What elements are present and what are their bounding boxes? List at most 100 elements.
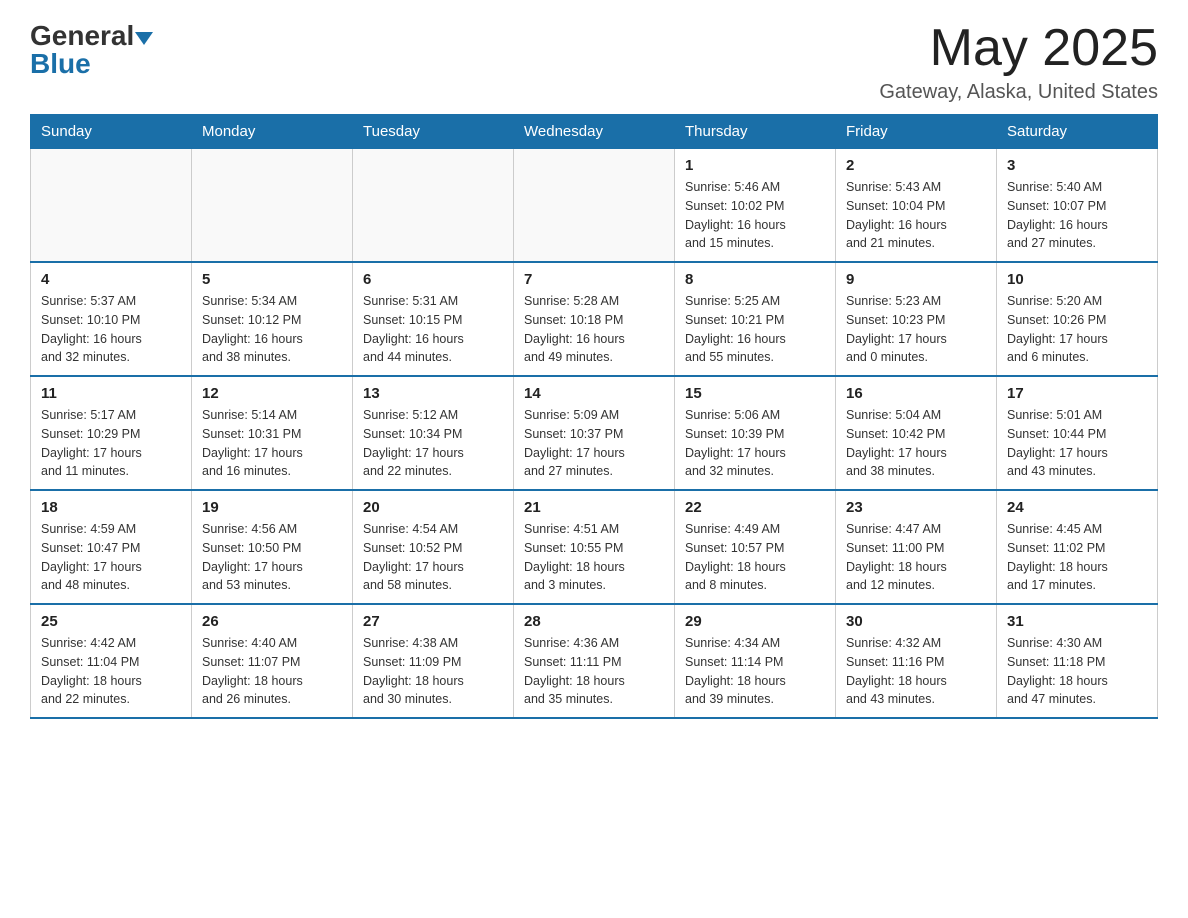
day-number: 20 — [363, 499, 503, 516]
day-info: Sunrise: 4:54 AMSunset: 10:52 PMDaylight… — [363, 520, 503, 595]
calendar-cell: 28 Sunrise: 4:36 AMSunset: 11:11 PMDaylig… — [514, 604, 675, 718]
weekday-wednesday: Wednesday — [514, 115, 675, 149]
calendar-cell: 30Sunrise: 4:32 AMSunset: 11:16 PMDaylig… — [836, 604, 997, 718]
day-number: 7 — [524, 271, 664, 288]
calendar-cell: 16Sunrise: 5:04 AMSunset: 10:42 PMDaylig… — [836, 376, 997, 490]
day-info: Sunrise: 4:30 AMSunset: 11:18 PMDaylight… — [1007, 634, 1147, 709]
weekday-monday: Monday — [192, 115, 353, 149]
day-number: 9 — [846, 271, 986, 288]
calendar-cell: 23 Sunrise: 4:47 AMSunset: 11:00 PMDaylig… — [836, 490, 997, 604]
calendar-cell: 5Sunrise: 5:34 AMSunset: 10:12 PMDayligh… — [192, 262, 353, 376]
day-number: 25 — [41, 613, 181, 630]
calendar-cell: 17 Sunrise: 5:01 AMSunset: 10:44 PMDaylig… — [997, 376, 1158, 490]
day-info: Sunrise: 4:34 AMSunset: 11:14 PMDaylight… — [685, 634, 825, 709]
day-info: Sunrise: 4:38 AMSunset: 11:09 PMDaylight… — [363, 634, 503, 709]
day-number: 14 — [524, 385, 664, 402]
day-number: 28 — [524, 613, 664, 630]
day-info: Sunrise: 4:40 AMSunset: 11:07 PMDaylight… — [202, 634, 342, 709]
day-info: Sunrise: 5:17 AMSunset: 10:29 PMDaylight… — [41, 406, 181, 481]
weekday-friday: Friday — [836, 115, 997, 149]
calendar-cell: 8Sunrise: 5:25 AMSunset: 10:21 PMDayligh… — [675, 262, 836, 376]
location-label: Gateway, Alaska, United States — [879, 81, 1158, 104]
calendar-cell — [31, 149, 192, 263]
day-number: 21 — [524, 499, 664, 516]
logo-triangle-icon — [135, 32, 153, 45]
day-number: 6 — [363, 271, 503, 288]
page-header: General Blue May 2025 Gateway, Alaska, U… — [30, 20, 1158, 104]
day-info: Sunrise: 5:37 AMSunset: 10:10 PMDaylight… — [41, 292, 181, 367]
calendar-cell: 21 Sunrise: 4:51 AMSunset: 10:55 PMDaylig… — [514, 490, 675, 604]
calendar-week-3: 11 Sunrise: 5:17 AMSunset: 10:29 PMDaylig… — [31, 376, 1158, 490]
calendar-cell: 27 Sunrise: 4:38 AMSunset: 11:09 PMDaylig… — [353, 604, 514, 718]
calendar-cell: 11 Sunrise: 5:17 AMSunset: 10:29 PMDaylig… — [31, 376, 192, 490]
logo: General Blue — [30, 20, 155, 80]
day-info: Sunrise: 5:28 AMSunset: 10:18 PMDaylight… — [524, 292, 664, 367]
calendar-cell: 22 Sunrise: 4:49 AMSunset: 10:57 PMDaylig… — [675, 490, 836, 604]
day-number: 23 — [846, 499, 986, 516]
calendar-cell: 3Sunrise: 5:40 AMSunset: 10:07 PMDayligh… — [997, 149, 1158, 263]
day-info: Sunrise: 4:42 AMSunset: 11:04 PMDaylight… — [41, 634, 181, 709]
day-info: Sunrise: 5:14 AMSunset: 10:31 PMDaylight… — [202, 406, 342, 481]
day-number: 31 — [1007, 613, 1147, 630]
day-info: Sunrise: 5:09 AMSunset: 10:37 PMDaylight… — [524, 406, 664, 481]
day-info: Sunrise: 5:23 AMSunset: 10:23 PMDaylight… — [846, 292, 986, 367]
calendar-cell: 26 Sunrise: 4:40 AMSunset: 11:07 PMDaylig… — [192, 604, 353, 718]
calendar-cell — [192, 149, 353, 263]
calendar-cell — [353, 149, 514, 263]
calendar-cell: 4 Sunrise: 5:37 AMSunset: 10:10 PMDayligh… — [31, 262, 192, 376]
calendar-cell: 12 Sunrise: 5:14 AMSunset: 10:31 PMDaylig… — [192, 376, 353, 490]
day-number: 27 — [363, 613, 503, 630]
calendar-week-1: 1Sunrise: 5:46 AMSunset: 10:02 PMDayligh… — [31, 149, 1158, 263]
day-number: 29 — [685, 613, 825, 630]
weekday-sunday: Sunday — [31, 115, 192, 149]
calendar-cell: 24 Sunrise: 4:45 AMSunset: 11:02 PMDaylig… — [997, 490, 1158, 604]
calendar-cell: 2 Sunrise: 5:43 AMSunset: 10:04 PMDayligh… — [836, 149, 997, 263]
day-number: 17 — [1007, 385, 1147, 402]
weekday-header-row: SundayMondayTuesdayWednesdayThursdayFrid… — [31, 115, 1158, 149]
day-info: Sunrise: 4:47 AMSunset: 11:00 PMDaylight… — [846, 520, 986, 595]
calendar-cell: 9 Sunrise: 5:23 AMSunset: 10:23 PMDayligh… — [836, 262, 997, 376]
day-number: 11 — [41, 385, 181, 402]
calendar-week-4: 18 Sunrise: 4:59 AMSunset: 10:47 PMDaylig… — [31, 490, 1158, 604]
day-number: 18 — [41, 499, 181, 516]
day-info: Sunrise: 4:45 AMSunset: 11:02 PMDaylight… — [1007, 520, 1147, 595]
day-info: Sunrise: 4:59 AMSunset: 10:47 PMDaylight… — [41, 520, 181, 595]
day-info: Sunrise: 5:25 AMSunset: 10:21 PMDaylight… — [685, 292, 825, 367]
day-number: 4 — [41, 271, 181, 288]
calendar-table: SundayMondayTuesdayWednesdayThursdayFrid… — [30, 114, 1158, 719]
weekday-tuesday: Tuesday — [353, 115, 514, 149]
calendar-cell: 1Sunrise: 5:46 AMSunset: 10:02 PMDayligh… — [675, 149, 836, 263]
calendar-body: 1Sunrise: 5:46 AMSunset: 10:02 PMDayligh… — [31, 149, 1158, 719]
calendar-cell: 6Sunrise: 5:31 AMSunset: 10:15 PMDayligh… — [353, 262, 514, 376]
day-number: 16 — [846, 385, 986, 402]
day-number: 24 — [1007, 499, 1147, 516]
day-info: Sunrise: 4:49 AMSunset: 10:57 PMDaylight… — [685, 520, 825, 595]
calendar-cell: 25 Sunrise: 4:42 AMSunset: 11:04 PMDaylig… — [31, 604, 192, 718]
day-number: 22 — [685, 499, 825, 516]
day-info: Sunrise: 4:36 AMSunset: 11:11 PMDaylight… — [524, 634, 664, 709]
calendar-cell: 7 Sunrise: 5:28 AMSunset: 10:18 PMDayligh… — [514, 262, 675, 376]
weekday-thursday: Thursday — [675, 115, 836, 149]
calendar-header: SundayMondayTuesdayWednesdayThursdayFrid… — [31, 115, 1158, 149]
day-info: Sunrise: 4:51 AMSunset: 10:55 PMDaylight… — [524, 520, 664, 595]
day-info: Sunrise: 5:34 AMSunset: 10:12 PMDaylight… — [202, 292, 342, 367]
day-number: 12 — [202, 385, 342, 402]
day-number: 19 — [202, 499, 342, 516]
day-number: 13 — [363, 385, 503, 402]
day-number: 26 — [202, 613, 342, 630]
day-info: Sunrise: 5:43 AMSunset: 10:04 PMDaylight… — [846, 178, 986, 253]
calendar-cell: 31 Sunrise: 4:30 AMSunset: 11:18 PMDaylig… — [997, 604, 1158, 718]
weekday-saturday: Saturday — [997, 115, 1158, 149]
calendar-cell: 10Sunrise: 5:20 AMSunset: 10:26 PMDaylig… — [997, 262, 1158, 376]
day-info: Sunrise: 5:06 AMSunset: 10:39 PMDaylight… — [685, 406, 825, 481]
calendar-cell: 29 Sunrise: 4:34 AMSunset: 11:14 PMDaylig… — [675, 604, 836, 718]
calendar-cell: 20 Sunrise: 4:54 AMSunset: 10:52 PMDaylig… — [353, 490, 514, 604]
day-number: 2 — [846, 157, 986, 174]
day-info: Sunrise: 4:32 AMSunset: 11:16 PMDaylight… — [846, 634, 986, 709]
calendar-week-2: 4 Sunrise: 5:37 AMSunset: 10:10 PMDayligh… — [31, 262, 1158, 376]
day-info: Sunrise: 5:20 AMSunset: 10:26 PMDaylight… — [1007, 292, 1147, 367]
calendar-cell: 18 Sunrise: 4:59 AMSunset: 10:47 PMDaylig… — [31, 490, 192, 604]
month-title: May 2025 — [879, 20, 1158, 77]
calendar-cell — [514, 149, 675, 263]
day-info: Sunrise: 5:01 AMSunset: 10:44 PMDaylight… — [1007, 406, 1147, 481]
